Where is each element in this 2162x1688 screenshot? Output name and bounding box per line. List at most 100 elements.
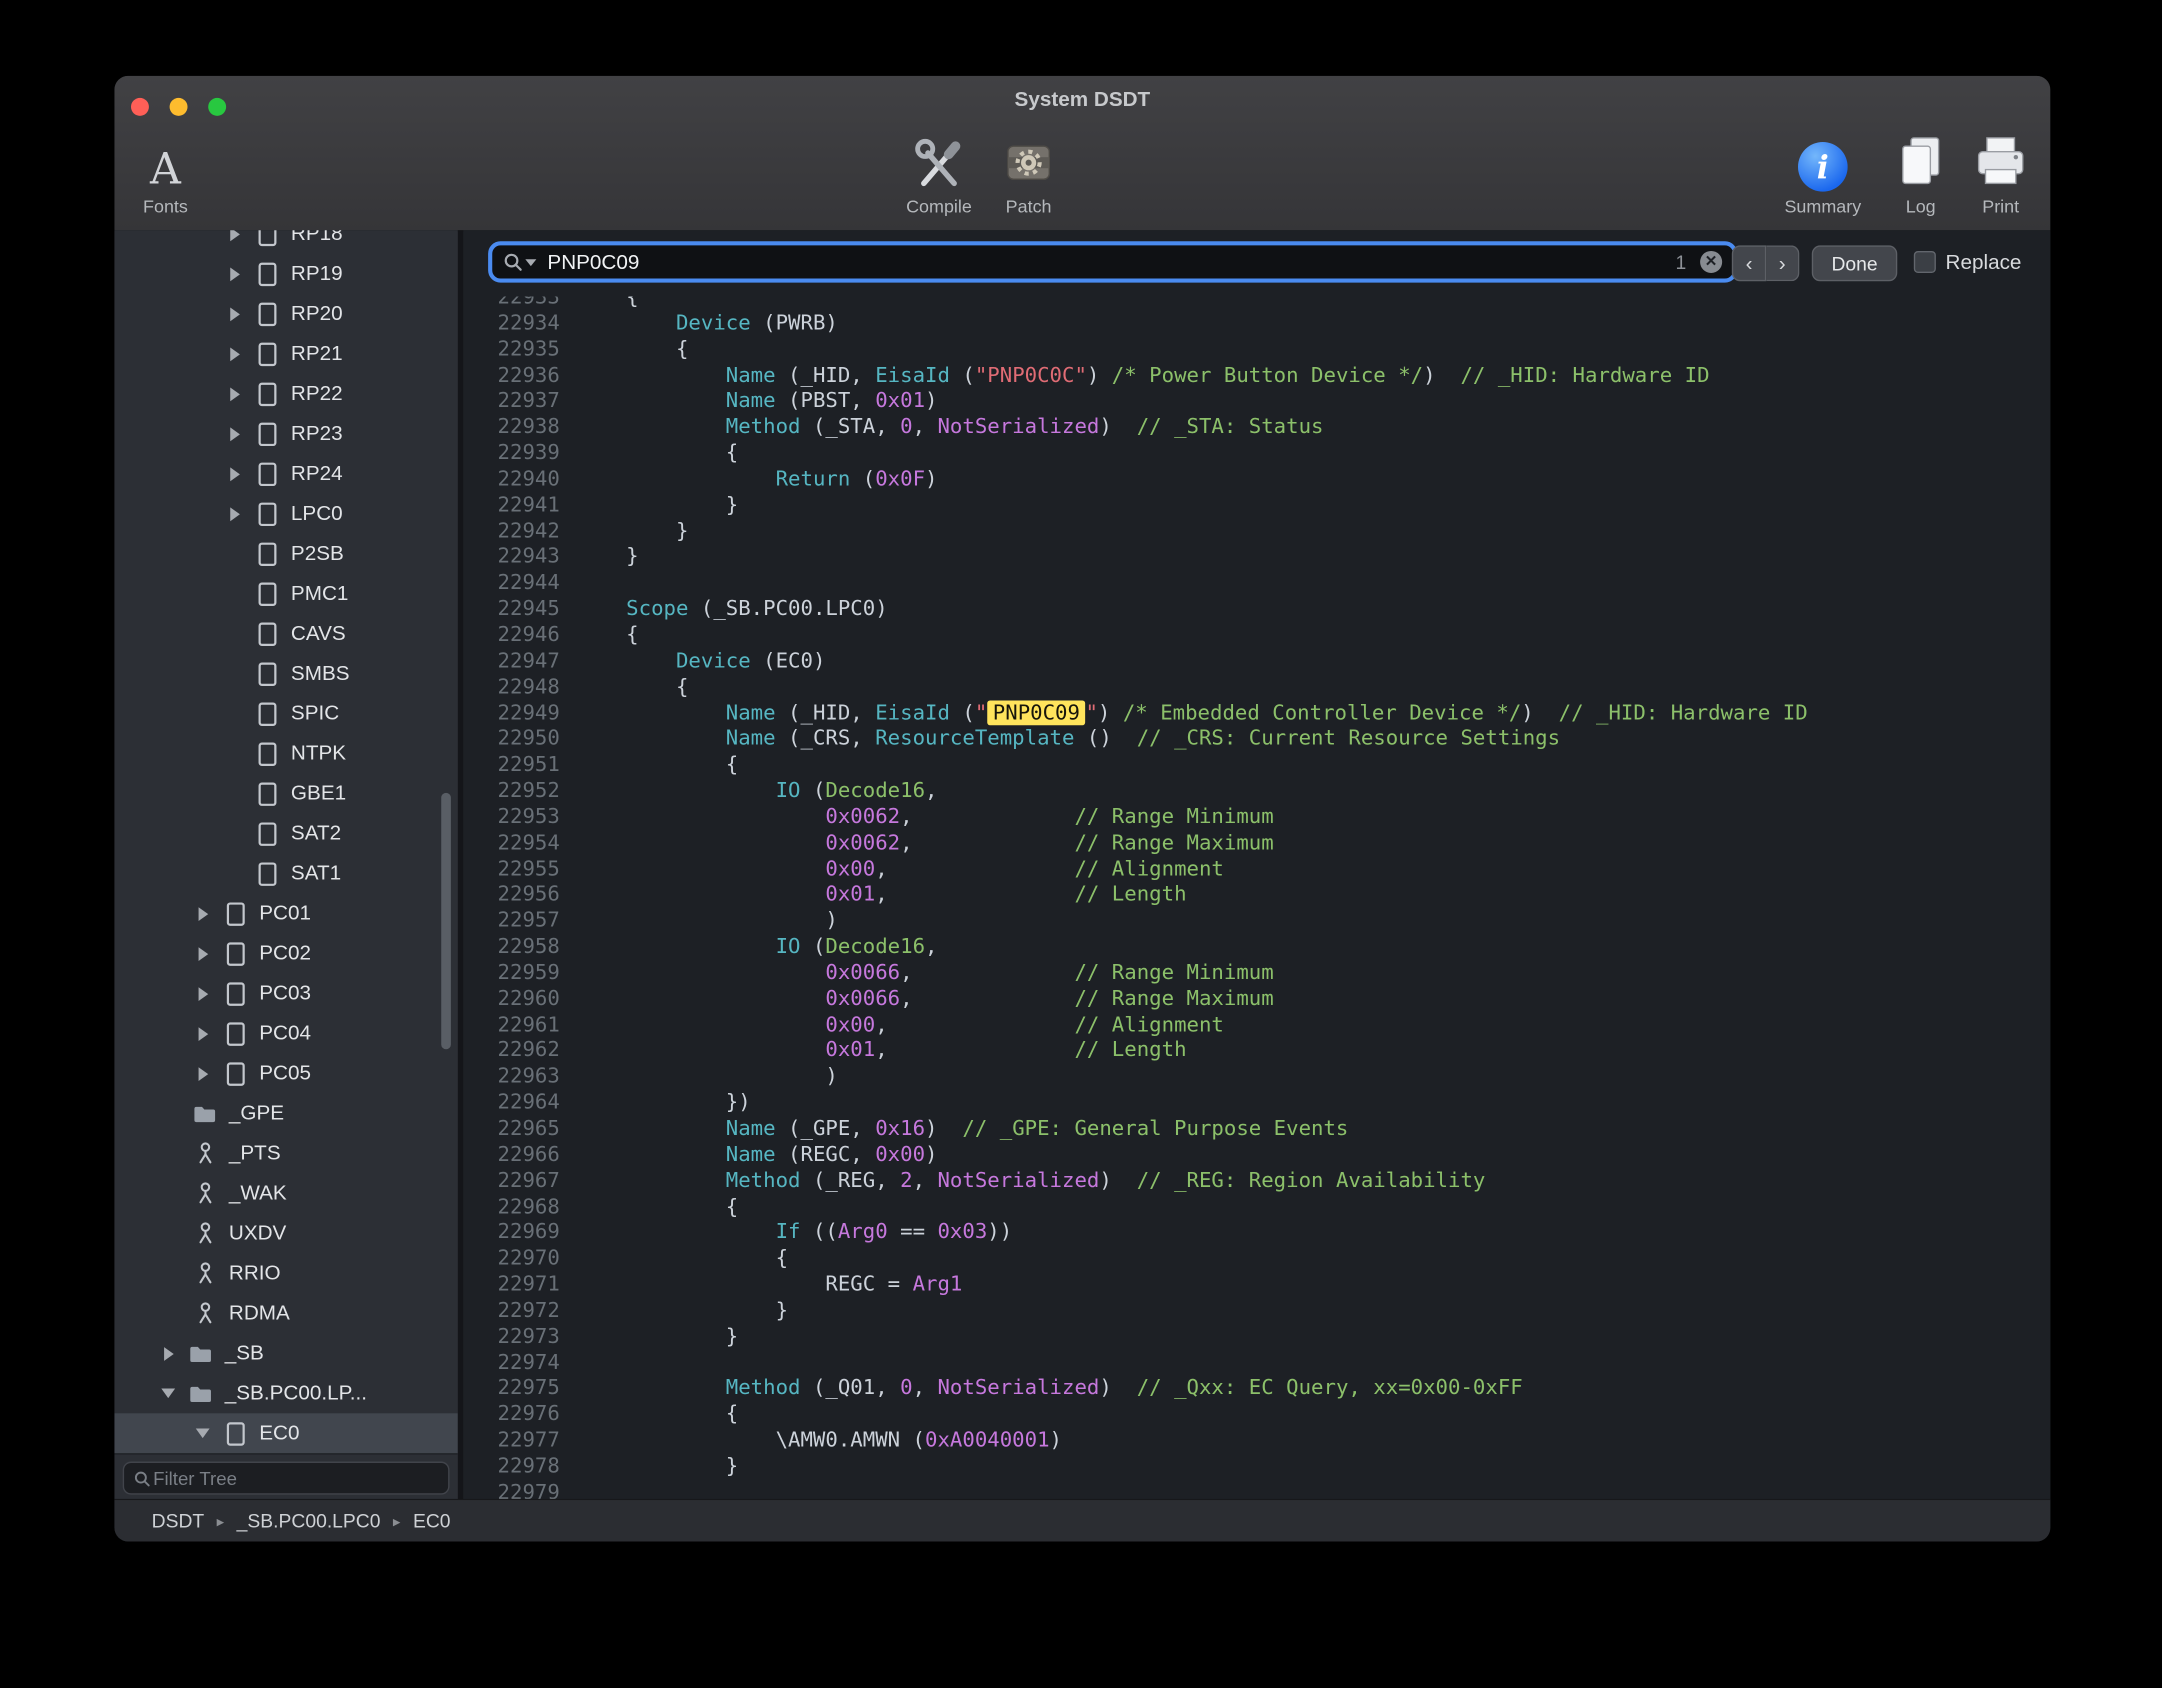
code-line: 22945 Scope (_SB.PC00.LPC0) — [463, 596, 2050, 622]
breadcrumb-separator-icon: ▸ — [393, 1512, 401, 1530]
disclosure-right-icon[interactable] — [225, 467, 244, 481]
line-number: 22954 — [463, 830, 560, 856]
line-number: 22945 — [463, 596, 560, 622]
code-line: 22939 { — [463, 440, 2050, 466]
code-line: 22967 Method (_REG, 2, NotSerialized) //… — [463, 1167, 2050, 1193]
sidebar-item-ntpk[interactable]: NTPK — [114, 734, 457, 774]
sidebar-item-cavs[interactable]: CAVS — [114, 614, 457, 654]
sidebar-item-rp23[interactable]: RP23 — [114, 414, 457, 454]
sidebar-item-rp24[interactable]: RP24 — [114, 454, 457, 494]
editor-pane: 1 ✕ ‹ › Done Replace 22933 {22934 De — [463, 230, 2050, 1500]
sidebar-item--sb[interactable]: _SB — [114, 1333, 457, 1373]
sidebar-item-ec0[interactable]: EC0 — [114, 1413, 457, 1453]
breadcrumb-item[interactable]: DSDT — [152, 1510, 205, 1532]
line-number: 22948 — [463, 674, 560, 700]
code-line: 22979 — [463, 1479, 2050, 1500]
line-number: 22934 — [463, 310, 560, 336]
disclosure-right-icon[interactable] — [193, 907, 212, 921]
sidebar-item--pts[interactable]: _PTS — [114, 1133, 457, 1173]
breadcrumb-item[interactable]: EC0 — [413, 1510, 451, 1532]
sidebar-item-rp22[interactable]: RP22 — [114, 374, 457, 414]
sidebar-item-lpc0[interactable]: LPC0 — [114, 494, 457, 534]
code-line: 22977 \AMW0.AMWN (0xA0040001) — [463, 1427, 2050, 1453]
document-icon — [258, 421, 277, 446]
replace-label: Replace — [1946, 250, 2022, 273]
disclosure-right-icon[interactable] — [193, 947, 212, 961]
code-line: 22963 ) — [463, 1064, 2050, 1090]
line-number: 22952 — [463, 778, 560, 804]
sidebar-item-pc05[interactable]: PC05 — [114, 1053, 457, 1093]
sidebar-item-rrio[interactable]: RRIO — [114, 1253, 457, 1293]
code-area[interactable]: 22933 {22934 Device (PWRB)22935 {22936 N… — [463, 296, 2050, 1500]
sidebar-item-pc04[interactable]: PC04 — [114, 1013, 457, 1053]
sidebar-item--sb-pc00-lp-[interactable]: _SB.PC00.LP... — [114, 1373, 457, 1413]
disclosure-down-icon[interactable] — [193, 1428, 212, 1438]
previous-match-button[interactable]: ‹ — [1732, 245, 1766, 281]
line-number: 22971 — [463, 1271, 560, 1297]
sidebar-item-rdma[interactable]: RDMA — [114, 1293, 457, 1333]
sidebar-item-p2sb[interactable]: P2SB — [114, 534, 457, 574]
search-options-chevron-icon[interactable] — [525, 259, 536, 266]
line-number: 22964 — [463, 1089, 560, 1115]
sidebar-item-sat2[interactable]: SAT2 — [114, 814, 457, 854]
code-line: 22955 0x00, // Alignment — [463, 856, 2050, 882]
folder-icon — [189, 1344, 214, 1363]
document-icon — [258, 230, 277, 246]
disclosure-right-icon[interactable] — [225, 267, 244, 281]
breadcrumb-item[interactable]: _SB.PC00.LPC0 — [237, 1510, 381, 1532]
disclosure-right-icon[interactable] — [225, 427, 244, 441]
sidebar-item-gbe1[interactable]: GBE1 — [114, 774, 457, 814]
code-line: 22943 } — [463, 544, 2050, 570]
line-number: 22974 — [463, 1349, 560, 1375]
sidebar-item-rp18[interactable]: RP18 — [114, 230, 457, 253]
line-number: 22969 — [463, 1219, 560, 1245]
replace-checkbox[interactable] — [1914, 251, 1936, 273]
disclosure-right-icon[interactable] — [193, 1067, 212, 1081]
sidebar-item--wak[interactable]: _WAK — [114, 1173, 457, 1213]
print-button[interactable]: Print — [1941, 125, 2060, 216]
sidebar-item-spic[interactable]: SPIC — [114, 694, 457, 734]
sidebar-item-label: _WAK — [229, 1182, 287, 1205]
code-line: 22976 { — [463, 1401, 2050, 1427]
method-icon — [196, 1302, 215, 1325]
sidebar-item-pmc1[interactable]: PMC1 — [114, 574, 457, 614]
document-icon — [258, 341, 277, 366]
done-button[interactable]: Done — [1812, 245, 1897, 281]
sidebar-item-label: SAT1 — [291, 862, 341, 885]
line-number: 22978 — [463, 1453, 560, 1479]
disclosure-right-icon[interactable] — [225, 347, 244, 361]
filter-input[interactable] — [150, 1466, 438, 1489]
code-line: 22933 { — [463, 296, 2050, 310]
disclosure-right-icon[interactable] — [225, 230, 244, 240]
patch-button[interactable]: Patch — [969, 125, 1088, 216]
document-icon — [258, 661, 277, 686]
disclosure-right-icon[interactable] — [225, 387, 244, 401]
search-input[interactable] — [545, 249, 1676, 275]
sidebar-item-rp21[interactable]: RP21 — [114, 334, 457, 374]
sidebar-item-rp19[interactable]: RP19 — [114, 254, 457, 294]
sidebar-item-uxdv[interactable]: UXDV — [114, 1213, 457, 1253]
sidebar-item-label: _PTS — [229, 1142, 281, 1165]
filter-field[interactable] — [123, 1462, 450, 1495]
sidebar-item-pc03[interactable]: PC03 — [114, 973, 457, 1013]
document-icon — [258, 861, 277, 886]
disclosure-right-icon[interactable] — [193, 1027, 212, 1041]
sidebar-item-pc02[interactable]: PC02 — [114, 933, 457, 973]
filter-search-icon — [134, 1469, 151, 1487]
sidebar-item-sat1[interactable]: SAT1 — [114, 853, 457, 893]
disclosure-right-icon[interactable] — [225, 307, 244, 321]
next-match-button[interactable]: › — [1766, 245, 1799, 281]
disclosure-right-icon[interactable] — [193, 987, 212, 1001]
sidebar-item-smbs[interactable]: SMBS — [114, 654, 457, 694]
sidebar-item-rp20[interactable]: RP20 — [114, 294, 457, 334]
sidebar-scrollbar[interactable] — [441, 793, 451, 1049]
sidebar-item-pc01[interactable]: PC01 — [114, 893, 457, 933]
code-line: 22960 0x0066, // Range Maximum — [463, 986, 2050, 1012]
fonts-button[interactable]: A Fonts — [106, 125, 225, 216]
disclosure-right-icon[interactable] — [225, 507, 244, 521]
search-field[interactable]: 1 ✕ — [488, 241, 1737, 282]
clear-search-icon[interactable]: ✕ — [1700, 251, 1722, 273]
disclosure-down-icon[interactable] — [159, 1388, 178, 1398]
sidebar-item--gpe[interactable]: _GPE — [114, 1093, 457, 1133]
disclosure-right-icon[interactable] — [159, 1346, 178, 1360]
